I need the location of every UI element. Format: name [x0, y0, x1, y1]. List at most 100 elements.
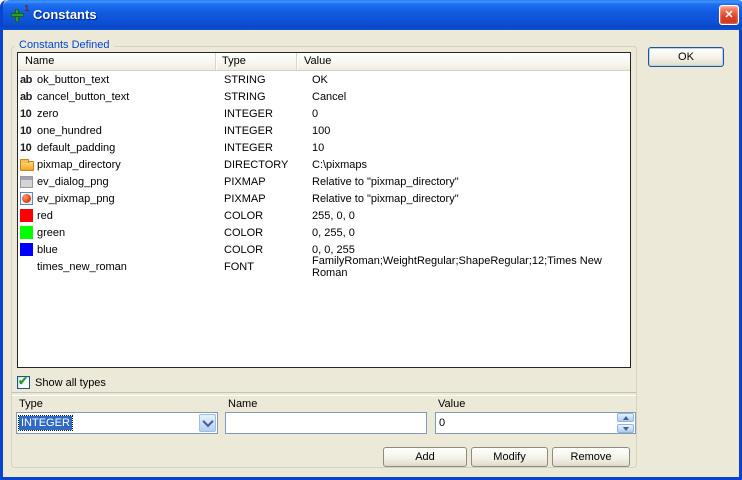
table-row[interactable]: green COLOR0, 255, 0 — [18, 224, 630, 241]
constant-name: default_padding — [37, 142, 115, 154]
string-ab-icon: ab — [20, 91, 36, 103]
cell-type: INTEGER — [218, 125, 305, 137]
dialog-window: 1 Constants ✕ OK Constants Defined Name … — [0, 0, 742, 480]
cell-value: OK — [305, 74, 630, 86]
cell-value: Cancel — [305, 91, 630, 103]
constant-name: zero — [37, 108, 58, 120]
table-row[interactable]: ev_dialog_pngPIXMAPRelative to "pixmap_d… — [18, 173, 630, 190]
value-input[interactable] — [435, 412, 636, 434]
table-row[interactable]: 10zeroINTEGER0 — [18, 105, 630, 122]
chevron-down-icon — [202, 416, 213, 427]
show-all-types-checkbox[interactable]: ✔ Show all types — [17, 376, 106, 389]
table-row[interactable]: pixmap_directory DIRECTORYC:\pixmaps — [18, 156, 630, 173]
type-combobox-selection: INTEGER — [19, 416, 72, 430]
cell-value: 255, 0, 0 — [305, 210, 630, 222]
cell-value: FamilyRoman;WeightRegular;ShapeRegular;1… — [305, 255, 630, 279]
section-separator — [12, 392, 636, 396]
type-combobox[interactable]: INTEGER — [16, 412, 218, 434]
table-row[interactable]: red COLOR255, 0, 0 — [18, 207, 630, 224]
plus-superscript: 1 — [25, 4, 29, 13]
cell-value: 100 — [305, 125, 630, 137]
integer-10-icon: 10 — [20, 108, 36, 120]
cell-name: 10default_padding — [18, 142, 218, 154]
titlebar[interactable]: 1 Constants ✕ — [3, 0, 742, 30]
cell-value: 10 — [305, 142, 630, 154]
cell-type: STRING — [218, 91, 305, 103]
pixmap-sphere-icon — [20, 192, 33, 205]
constant-name: cancel_button_text — [37, 91, 129, 103]
constant-name: times_new_roman — [37, 261, 127, 273]
cell-value: Relative to "pixmap_directory" — [305, 176, 630, 188]
cell-name: times_new_roman — [18, 260, 218, 273]
constant-name: ev_pixmap_png — [37, 193, 115, 205]
cell-type: FONT — [218, 261, 305, 273]
spin-up-button[interactable] — [617, 413, 634, 422]
constant-name: blue — [37, 244, 58, 256]
table-row[interactable]: ev_pixmap_png PIXMAPRelative to "pixmap_d… — [18, 190, 630, 207]
name-input[interactable] — [225, 412, 427, 434]
groupbox-caption: Constants Defined — [15, 39, 114, 51]
column-header-type[interactable]: Type — [216, 53, 297, 70]
cell-value: Relative to "pixmap_directory" — [305, 193, 630, 205]
value-spinner — [617, 413, 634, 433]
color-swatch-icon — [20, 209, 33, 222]
value-label: Value — [438, 398, 465, 410]
constant-name: ok_button_text — [37, 74, 109, 86]
color-swatch-icon — [20, 226, 33, 239]
cell-name: ev_pixmap_png — [18, 192, 218, 205]
constant-name: one_hundred — [37, 125, 102, 137]
checkmark-icon: ✔ — [18, 374, 28, 388]
modify-button[interactable]: Modify — [471, 447, 548, 467]
table-row[interactable]: abok_button_textSTRINGOK — [18, 71, 630, 88]
table-row[interactable]: 10one_hundred INTEGER100 — [18, 122, 630, 139]
cell-type: DIRECTORY — [218, 159, 305, 171]
dialog-pixmap-icon — [20, 176, 33, 188]
table-row[interactable]: abcancel_button_textSTRINGCancel — [18, 88, 630, 105]
ok-button[interactable]: OK — [648, 47, 724, 67]
cell-name: 10zero — [18, 108, 218, 120]
cell-type: COLOR — [218, 227, 305, 239]
arrow-down-icon — [623, 427, 629, 431]
column-header-value[interactable]: Value — [297, 53, 630, 70]
constant-name: pixmap_directory — [37, 159, 121, 171]
cell-name: pixmap_directory — [18, 159, 218, 171]
no-icon — [20, 260, 36, 273]
close-icon: ✕ — [724, 9, 733, 21]
constant-name: red — [37, 210, 53, 222]
cell-type: INTEGER — [218, 142, 305, 154]
remove-button[interactable]: Remove — [552, 447, 630, 467]
window-title: Constants — [33, 7, 97, 22]
string-ab-icon: ab — [20, 74, 36, 86]
cell-name: blue — [18, 243, 218, 256]
table-row[interactable]: 10default_paddingINTEGER10 — [18, 139, 630, 156]
cell-name: green — [18, 226, 218, 239]
cell-name: abcancel_button_text — [18, 91, 218, 103]
constants-plus-icon: 1 — [11, 6, 29, 23]
type-label: Type — [19, 398, 43, 410]
cell-name: red — [18, 209, 218, 222]
column-header-name[interactable]: Name — [18, 53, 216, 70]
close-button[interactable]: ✕ — [719, 5, 739, 25]
cell-name: ev_dialog_png — [18, 176, 218, 188]
cell-value: 0 — [305, 108, 630, 120]
folder-icon — [20, 161, 34, 171]
table-header: Name Type Value — [18, 53, 630, 71]
spin-down-button[interactable] — [617, 424, 634, 433]
add-button[interactable]: Add — [383, 447, 467, 467]
combobox-dropdown-button[interactable] — [199, 414, 216, 432]
arrow-up-icon — [623, 416, 629, 420]
constant-name: green — [37, 227, 65, 239]
checkbox-box: ✔ — [17, 376, 30, 389]
color-swatch-icon — [20, 243, 33, 256]
cell-type: PIXMAP — [218, 193, 305, 205]
cell-name: abok_button_text — [18, 74, 218, 86]
table-row[interactable]: times_new_romanFONTFamilyRoman;WeightReg… — [18, 258, 630, 275]
cell-value: 0, 255, 0 — [305, 227, 630, 239]
integer-10-icon: 10 — [20, 142, 36, 154]
table-rows: abok_button_textSTRINGOKabcancel_button_… — [18, 71, 630, 275]
cell-value: C:\pixmaps — [305, 159, 630, 171]
constants-table: Name Type Value abok_button_textSTRINGOK… — [17, 52, 631, 368]
checkbox-label: Show all types — [35, 377, 106, 389]
integer-10-icon: 10 — [20, 125, 36, 137]
cell-type: COLOR — [218, 210, 305, 222]
